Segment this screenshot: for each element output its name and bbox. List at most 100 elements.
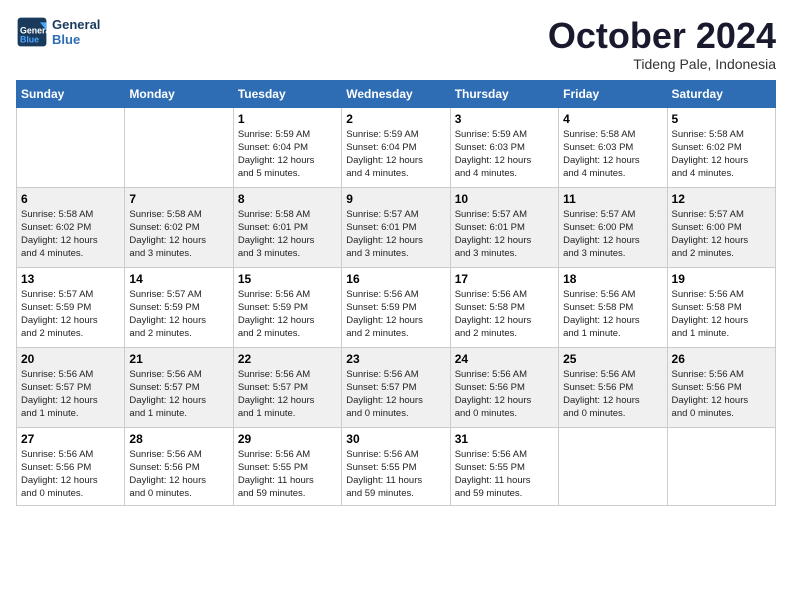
day-number: 18	[563, 272, 662, 286]
day-number: 21	[129, 352, 228, 366]
calendar-cell: 23Sunrise: 5:56 AM Sunset: 5:57 PM Dayli…	[342, 347, 450, 427]
day-info: Sunrise: 5:56 AM Sunset: 5:57 PM Dayligh…	[129, 368, 228, 421]
day-info: Sunrise: 5:56 AM Sunset: 5:56 PM Dayligh…	[455, 368, 554, 421]
calendar-cell	[559, 427, 667, 505]
week-row-3: 13 Sunrise: 5:57 AM Sunset: 5:59 PM Dayli…	[17, 267, 776, 347]
day-number: 13	[21, 272, 120, 286]
day-info: Sunrise: 5:57 AM Sunset: 6:01 PM Dayligh…	[346, 208, 445, 261]
day-info: Sunrise: 5:58 AM Sunset: 6:03 PM Dayligh…	[563, 128, 662, 181]
calendar-cell: 19Sunrise: 5:56 AM Sunset: 5:58 PM Dayli…	[667, 267, 775, 347]
day-info: Sunrise: 5:59 AM Sunset: 6:03 PM Dayligh…	[455, 128, 554, 181]
calendar-cell: 7 Sunrise: 5:58 AM Sunset: 6:02 PM Daylig…	[125, 187, 233, 267]
calendar-cell: 25 Sunrise: 5:56 AM Sunset: 5:56 PM Dayli…	[559, 347, 667, 427]
day-number: 6	[21, 192, 120, 206]
month-title: October 2024	[548, 16, 776, 56]
day-info: Sunrise: 5:56 AM Sunset: 5:56 PM Dayligh…	[129, 448, 228, 501]
calendar-cell: 14Sunrise: 5:57 AM Sunset: 5:59 PM Dayli…	[125, 267, 233, 347]
day-info: Sunrise: 5:58 AM Sunset: 6:01 PM Dayligh…	[238, 208, 337, 261]
day-number: 24	[455, 352, 554, 366]
weekday-header-wednesday: Wednesday	[342, 80, 450, 107]
day-info: Sunrise: 5:56 AM Sunset: 5:59 PM Dayligh…	[346, 288, 445, 341]
calendar-cell: 16 Sunrise: 5:56 AM Sunset: 5:59 PM Dayli…	[342, 267, 450, 347]
calendar-cell: 9 Sunrise: 5:57 AM Sunset: 6:01 PM Daylig…	[342, 187, 450, 267]
calendar-cell: 8Sunrise: 5:58 AM Sunset: 6:01 PM Daylig…	[233, 187, 341, 267]
day-number: 2	[346, 112, 445, 126]
day-info: Sunrise: 5:56 AM Sunset: 5:57 PM Dayligh…	[346, 368, 445, 421]
week-row-2: 6 Sunrise: 5:58 AM Sunset: 6:02 PM Daylig…	[17, 187, 776, 267]
svg-text:Blue: Blue	[20, 34, 39, 44]
logo: General Blue GeneralBlue	[16, 16, 100, 48]
day-info: Sunrise: 5:56 AM Sunset: 5:58 PM Dayligh…	[563, 288, 662, 341]
day-info: Sunrise: 5:56 AM Sunset: 5:55 PM Dayligh…	[238, 448, 337, 501]
calendar-cell: 10 Sunrise: 5:57 AM Sunset: 6:01 PM Dayli…	[450, 187, 558, 267]
day-number: 12	[672, 192, 771, 206]
day-number: 27	[21, 432, 120, 446]
day-number: 3	[455, 112, 554, 126]
calendar-cell: 12 Sunrise: 5:57 AM Sunset: 6:00 PM Dayli…	[667, 187, 775, 267]
day-info: Sunrise: 5:57 AM Sunset: 6:00 PM Dayligh…	[563, 208, 662, 261]
weekday-header-friday: Friday	[559, 80, 667, 107]
calendar-cell	[667, 427, 775, 505]
day-number: 20	[21, 352, 120, 366]
week-row-1: 1 Sunrise: 5:59 AM Sunset: 6:04 PM Daylig…	[17, 107, 776, 187]
day-info: Sunrise: 5:56 AM Sunset: 5:56 PM Dayligh…	[21, 448, 120, 501]
day-info: Sunrise: 5:57 AM Sunset: 6:00 PM Dayligh…	[672, 208, 771, 261]
calendar-cell	[125, 107, 233, 187]
location: Tideng Pale, Indonesia	[548, 56, 776, 72]
day-info: Sunrise: 5:57 AM Sunset: 5:59 PM Dayligh…	[21, 288, 120, 341]
day-info: Sunrise: 5:56 AM Sunset: 5:56 PM Dayligh…	[563, 368, 662, 421]
calendar-cell: 29 Sunrise: 5:56 AM Sunset: 5:55 PM Dayli…	[233, 427, 341, 505]
day-number: 16	[346, 272, 445, 286]
day-number: 10	[455, 192, 554, 206]
calendar-cell: 26 Sunrise: 5:56 AM Sunset: 5:56 PM Dayli…	[667, 347, 775, 427]
calendar-cell: 24 Sunrise: 5:56 AM Sunset: 5:56 PM Dayli…	[450, 347, 558, 427]
calendar-cell: 15Sunrise: 5:56 AM Sunset: 5:59 PM Dayli…	[233, 267, 341, 347]
calendar-cell: 4 Sunrise: 5:58 AM Sunset: 6:03 PM Daylig…	[559, 107, 667, 187]
day-info: Sunrise: 5:59 AM Sunset: 6:04 PM Dayligh…	[346, 128, 445, 181]
weekday-header-tuesday: Tuesday	[233, 80, 341, 107]
day-info: Sunrise: 5:57 AM Sunset: 5:59 PM Dayligh…	[129, 288, 228, 341]
day-number: 26	[672, 352, 771, 366]
day-info: Sunrise: 5:56 AM Sunset: 5:57 PM Dayligh…	[238, 368, 337, 421]
day-info: Sunrise: 5:58 AM Sunset: 6:02 PM Dayligh…	[672, 128, 771, 181]
calendar-cell: 2 Sunrise: 5:59 AM Sunset: 6:04 PM Daylig…	[342, 107, 450, 187]
day-number: 17	[455, 272, 554, 286]
calendar-cell: 28 Sunrise: 5:56 AM Sunset: 5:56 PM Dayli…	[125, 427, 233, 505]
calendar-cell: 3 Sunrise: 5:59 AM Sunset: 6:03 PM Daylig…	[450, 107, 558, 187]
calendar-cell: 22 Sunrise: 5:56 AM Sunset: 5:57 PM Dayli…	[233, 347, 341, 427]
day-number: 28	[129, 432, 228, 446]
calendar-table: SundayMondayTuesdayWednesdayThursdayFrid…	[16, 80, 776, 506]
calendar-cell: 30 Sunrise: 5:56 AM Sunset: 5:55 PM Dayli…	[342, 427, 450, 505]
logo-text: GeneralBlue	[52, 17, 100, 47]
day-number: 4	[563, 112, 662, 126]
day-info: Sunrise: 5:56 AM Sunset: 5:57 PM Dayligh…	[21, 368, 120, 421]
day-info: Sunrise: 5:58 AM Sunset: 6:02 PM Dayligh…	[129, 208, 228, 261]
weekday-header-monday: Monday	[125, 80, 233, 107]
calendar-cell: 6 Sunrise: 5:58 AM Sunset: 6:02 PM Daylig…	[17, 187, 125, 267]
weekday-header-row: SundayMondayTuesdayWednesdayThursdayFrid…	[17, 80, 776, 107]
day-number: 15	[238, 272, 337, 286]
day-number: 7	[129, 192, 228, 206]
day-info: Sunrise: 5:56 AM Sunset: 5:56 PM Dayligh…	[672, 368, 771, 421]
day-number: 29	[238, 432, 337, 446]
day-number: 31	[455, 432, 554, 446]
day-number: 22	[238, 352, 337, 366]
day-number: 9	[346, 192, 445, 206]
calendar-cell: 18 Sunrise: 5:56 AM Sunset: 5:58 PM Dayli…	[559, 267, 667, 347]
day-number: 19	[672, 272, 771, 286]
day-info: Sunrise: 5:56 AM Sunset: 5:55 PM Dayligh…	[455, 448, 554, 501]
header: General Blue GeneralBlue October 2024 Ti…	[16, 16, 776, 72]
day-info: Sunrise: 5:56 AM Sunset: 5:58 PM Dayligh…	[455, 288, 554, 341]
calendar-cell: 13 Sunrise: 5:57 AM Sunset: 5:59 PM Dayli…	[17, 267, 125, 347]
day-info: Sunrise: 5:58 AM Sunset: 6:02 PM Dayligh…	[21, 208, 120, 261]
day-info: Sunrise: 5:56 AM Sunset: 5:55 PM Dayligh…	[346, 448, 445, 501]
day-number: 30	[346, 432, 445, 446]
calendar-cell: 1Sunrise: 5:59 AM Sunset: 6:04 PM Daylig…	[233, 107, 341, 187]
day-number: 25	[563, 352, 662, 366]
calendar-cell: 21 Sunrise: 5:56 AM Sunset: 5:57 PM Dayli…	[125, 347, 233, 427]
calendar-cell	[17, 107, 125, 187]
day-number: 1	[238, 112, 337, 126]
day-info: Sunrise: 5:57 AM Sunset: 6:01 PM Dayligh…	[455, 208, 554, 261]
weekday-header-saturday: Saturday	[667, 80, 775, 107]
day-number: 11	[563, 192, 662, 206]
